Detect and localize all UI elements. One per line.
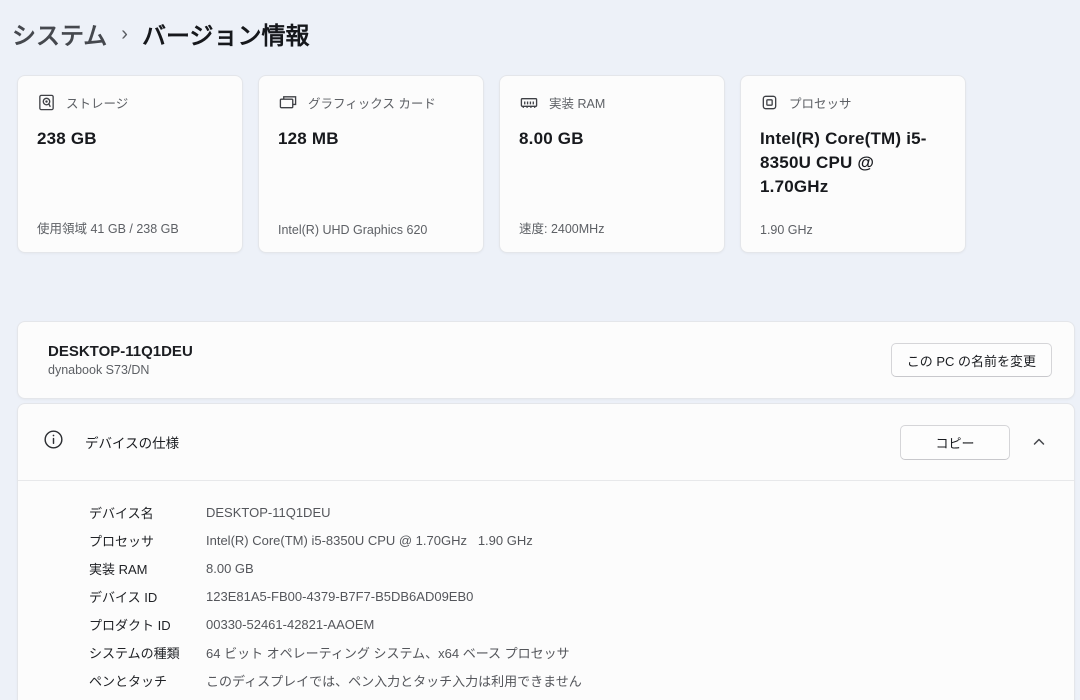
breadcrumb-separator-icon: › bbox=[121, 23, 128, 45]
card-title: 実装 RAM bbox=[549, 97, 606, 111]
card-title: プロセッサ bbox=[789, 97, 852, 111]
spec-value: DESKTOP-11Q1DEU bbox=[206, 504, 331, 520]
spec-label: 実装 RAM bbox=[89, 561, 148, 577]
card-subtitle: Intel(R) UHD Graphics 620 bbox=[278, 223, 428, 237]
ram-card: 実装 RAM 8.00 GB 速度: 2400MHz bbox=[499, 75, 725, 253]
card-value: 128 MB bbox=[278, 129, 339, 148]
spec-row-device-id: デバイス ID 123E81A5-FB00-4379-B7F7-B5DB6AD0… bbox=[89, 582, 1074, 610]
card-value: Intel(R) Core(TM) i5-8350U CPU @ 1.70GHz bbox=[760, 129, 927, 196]
summary-cards: ストレージ 238 GB 使用領域 41 GB / 238 GB グラフィックス… bbox=[17, 75, 966, 253]
ram-icon bbox=[519, 93, 539, 112]
device-name: DESKTOP-11Q1DEU bbox=[48, 343, 193, 360]
processor-card: プロセッサ Intel(R) Core(TM) i5-8350U CPU @ 1… bbox=[740, 75, 966, 253]
storage-card: ストレージ 238 GB 使用領域 41 GB / 238 GB bbox=[17, 75, 243, 253]
spec-value: 64 ビット オペレーティング システム、x64 ベース プロセッサ bbox=[206, 645, 570, 661]
device-specs-header[interactable]: デバイスの仕様 コピー bbox=[18, 404, 1074, 481]
breadcrumb-item-system[interactable]: システム bbox=[12, 16, 107, 51]
spec-value: Intel(R) Core(TM) i5-8350U CPU @ 1.70GHz… bbox=[206, 532, 533, 548]
breadcrumb: システム › バージョン情報 bbox=[12, 16, 309, 51]
card-title: グラフィックス カード bbox=[308, 97, 436, 111]
card-value: 238 GB bbox=[37, 129, 97, 148]
processor-icon bbox=[760, 93, 779, 112]
device-name-panel: DESKTOP-11Q1DEU dynabook S73/DN この PC の名… bbox=[17, 321, 1075, 399]
spec-label: デバイス ID bbox=[89, 589, 158, 605]
spec-row-device-name: デバイス名 DESKTOP-11Q1DEU bbox=[89, 498, 1074, 526]
spec-value: 8.00 GB bbox=[206, 560, 254, 576]
device-specs-table: デバイス名 DESKTOP-11Q1DEU プロセッサ Intel(R) Cor… bbox=[18, 481, 1074, 694]
copy-button[interactable]: コピー bbox=[900, 424, 1010, 460]
spec-row-processor: プロセッサ Intel(R) Core(TM) i5-8350U CPU @ 1… bbox=[89, 526, 1074, 554]
spec-row-pen-touch: ペンとタッチ このディスプレイでは、ペン入力とタッチ入力は利用できません bbox=[89, 666, 1074, 694]
settings-about-page: { "breadcrumb": { "parent": "システム", "sep… bbox=[0, 0, 1080, 700]
spec-value: このディスプレイでは、ペン入力とタッチ入力は利用できません bbox=[206, 673, 582, 689]
spec-value: 00330-52461-42821-AAOEM bbox=[206, 616, 375, 632]
spec-label: システムの種類 bbox=[89, 645, 180, 661]
device-model: dynabook S73/DN bbox=[48, 363, 150, 377]
graphics-card: グラフィックス カード 128 MB Intel(R) UHD Graphics… bbox=[258, 75, 484, 253]
spec-row-ram: 実装 RAM 8.00 GB bbox=[89, 554, 1074, 582]
rename-pc-button[interactable]: この PC の名前を変更 bbox=[890, 343, 1052, 377]
device-specs-title: デバイスの仕様 bbox=[85, 436, 180, 451]
spec-label: ペンとタッチ bbox=[89, 673, 168, 689]
spec-row-system-type: システムの種類 64 ビット オペレーティング システム、x64 ベース プロセ… bbox=[89, 638, 1074, 666]
graphics-card-icon bbox=[278, 93, 298, 112]
card-subtitle: 1.90 GHz bbox=[760, 223, 813, 237]
spec-value: 123E81A5-FB00-4379-B7F7-B5DB6AD09EB0 bbox=[206, 588, 474, 604]
spec-label: プロセッサ bbox=[89, 533, 155, 549]
chevron-up-icon[interactable] bbox=[1029, 432, 1049, 452]
info-icon bbox=[42, 428, 65, 456]
card-value: 8.00 GB bbox=[519, 129, 584, 148]
card-subtitle: 速度: 2400MHz bbox=[519, 222, 605, 236]
device-specs-panel: デバイスの仕様 コピー デバイス名 DESKTOP-11Q1DEU プロセッサ … bbox=[17, 403, 1075, 700]
card-title: ストレージ bbox=[66, 97, 129, 111]
spec-label: プロダクト ID bbox=[89, 617, 171, 633]
spec-label: デバイス名 bbox=[89, 505, 154, 521]
page-title: バージョン情報 bbox=[141, 23, 310, 50]
card-subtitle: 使用領域 41 GB / 238 GB bbox=[37, 222, 179, 236]
storage-icon bbox=[37, 93, 56, 112]
spec-row-product-id: プロダクト ID 00330-52461-42821-AAOEM bbox=[89, 610, 1074, 638]
